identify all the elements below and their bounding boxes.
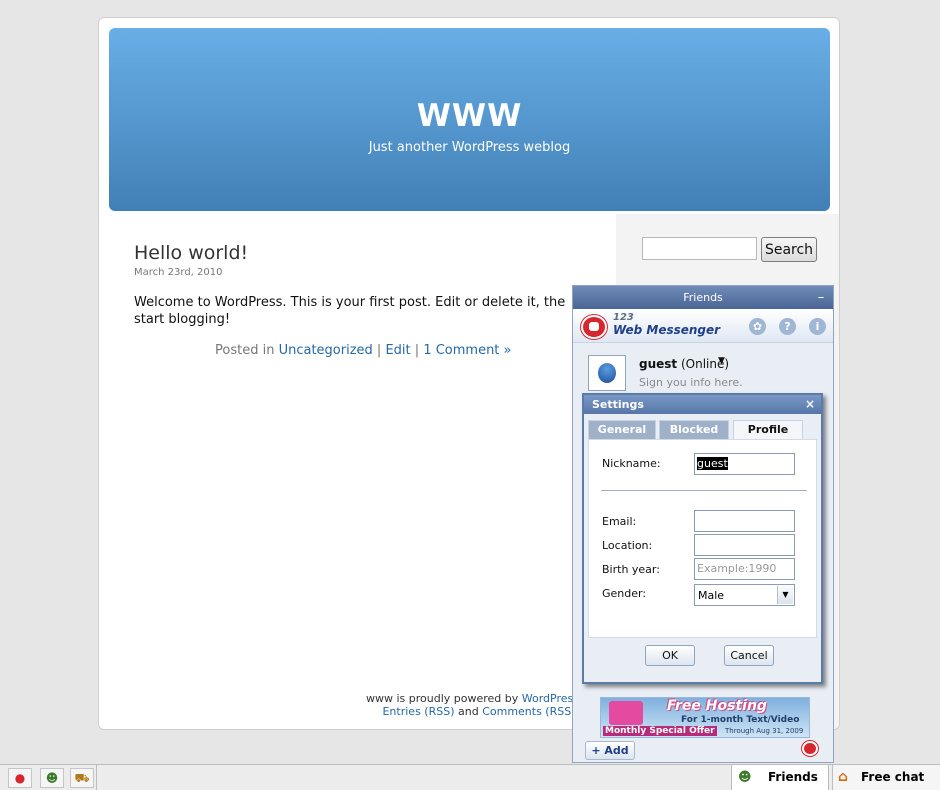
tab-general[interactable]: General <box>588 420 656 439</box>
user-name[interactable]: guest (Online) <box>639 357 729 371</box>
friends-label: Friends <box>768 770 818 784</box>
friends-tab[interactable]: ☻ Friends <box>731 765 829 790</box>
search-button[interactable]: Search <box>761 237 817 262</box>
profile-panel: Nickname: guest Email: Location: Birth y… <box>588 439 817 638</box>
add-contact-button[interactable]: + Add <box>585 741 635 760</box>
footer-and: and <box>457 705 479 718</box>
close-icon[interactable]: × <box>805 395 815 414</box>
messenger-logo-icon[interactable] <box>802 741 818 756</box>
blog-footer: www is proudly powered by WordPress Entr… <box>279 692 579 718</box>
ad-banner[interactable]: Free Hosting For 1-month Text/Video Mont… <box>600 697 810 738</box>
birth-year-label: Birth year: <box>602 563 660 576</box>
gender-select[interactable]: Male ▼ <box>694 584 795 606</box>
email-label: Email: <box>602 515 637 528</box>
location-field[interactable] <box>694 534 795 556</box>
user-nickname: guest <box>639 357 678 371</box>
messenger-icon[interactable]: ● <box>8 768 32 788</box>
free-chat-label: Free chat <box>861 770 925 784</box>
info-icon[interactable]: i <box>809 318 826 335</box>
banner-title: Free Hosting <box>667 698 767 714</box>
settings-dialog: Settings × General Blocked Profile Nickn… <box>582 393 823 684</box>
minimize-icon[interactable]: – <box>815 286 827 309</box>
post-body: Welcome to WordPress. This is your first… <box>134 295 566 327</box>
divider <box>601 490 807 491</box>
banner-offer: Monthly Special Offer <box>603 726 717 736</box>
blog-description: Just another WordPress weblog <box>368 140 571 155</box>
brand-number: 123 <box>613 312 634 323</box>
home-icon: ⌂ <box>838 769 849 785</box>
footer-text: www is proudly powered by <box>365 692 519 705</box>
chevron-down-icon[interactable]: ▼ <box>777 586 793 604</box>
meta-separator: | <box>376 343 382 358</box>
wordpress-link[interactable]: WordPress <box>522 692 579 705</box>
post-title[interactable]: Hello world! <box>134 242 248 264</box>
gender-label: Gender: <box>602 587 647 600</box>
sign-info-text[interactable]: Sign you info here. <box>639 376 743 389</box>
avatar[interactable] <box>588 355 626 391</box>
messenger-title: Friends <box>683 291 723 304</box>
contacts-icon[interactable]: ☻ <box>40 768 64 788</box>
email-field[interactable] <box>694 510 795 532</box>
birth-year-field[interactable]: Example:1990 <box>694 558 795 580</box>
nickname-label: Nickname: <box>602 457 661 470</box>
blog-header: WWW Just another WordPress weblog <box>109 28 830 211</box>
post-meta: Posted in Uncategorized | Edit | 1 Comme… <box>215 343 512 358</box>
messenger-logo-icon <box>581 315 607 339</box>
cancel-button[interactable]: Cancel <box>724 645 774 666</box>
entries-rss-link[interactable]: Entries (RSS) <box>382 705 454 718</box>
user-profile: guest (Online) ▼ Sign you info here. <box>573 344 835 394</box>
taskbar-divider <box>96 765 97 790</box>
comments-rss-link[interactable]: Comments (RSS). <box>482 705 579 718</box>
nickname-value: guest <box>697 457 728 470</box>
friends-icon: ☻ <box>738 770 752 785</box>
search-input[interactable] <box>642 237 757 260</box>
cart-icon[interactable]: ⛟ <box>70 768 94 788</box>
ok-button[interactable]: OK <box>645 645 695 666</box>
bottom-taskbar: ● ☻ ⛟ ☻ Friends ⌂ Free chat <box>0 764 940 790</box>
help-icon[interactable]: ? <box>779 318 796 335</box>
category-link[interactable]: Uncategorized <box>279 343 373 358</box>
post-date: March 23rd, 2010 <box>134 267 223 278</box>
nickname-field[interactable]: guest <box>694 453 795 475</box>
banner-date: Through Aug 31, 2009 <box>725 727 804 735</box>
location-label: Location: <box>602 539 653 552</box>
free-chat-button[interactable]: ⌂ Free chat <box>832 765 940 790</box>
tab-blocked[interactable]: Blocked <box>659 420 729 439</box>
tab-profile[interactable]: Profile <box>733 420 803 439</box>
settings-title: Settings <box>592 398 644 411</box>
banner-subtitle: For 1-month Text/Video <box>681 715 800 725</box>
messenger-titlebar[interactable]: Friends – <box>573 286 833 309</box>
meta-separator: | <box>414 343 420 358</box>
messenger-brandbar: 123 Web Messenger ✿ ? i <box>573 309 833 343</box>
blog-title[interactable]: WWW <box>109 98 830 134</box>
gift-icon <box>609 701 643 725</box>
brand-name: Web Messenger <box>613 323 721 337</box>
post-meta-prefix: Posted in <box>215 343 275 358</box>
edit-link[interactable]: Edit <box>385 343 410 358</box>
gear-icon[interactable]: ✿ <box>749 318 766 335</box>
gender-value: Male <box>698 589 725 602</box>
comments-link[interactable]: 1 Comment » <box>423 343 511 358</box>
status-dropdown-icon[interactable]: ▼ <box>718 356 725 366</box>
settings-titlebar[interactable]: Settings × <box>584 395 821 414</box>
